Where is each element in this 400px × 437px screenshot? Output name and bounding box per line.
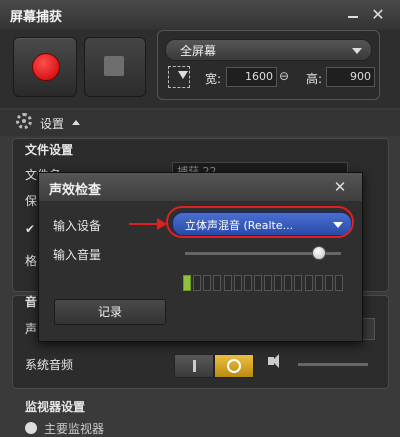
- audio-settings-header: 音: [25, 295, 38, 309]
- stop-button[interactable]: [84, 37, 146, 97]
- monitor-label: 主要监视器: [44, 422, 105, 436]
- region-mode-value: 全屏幕: [180, 44, 217, 58]
- save-location-label: 保: [25, 194, 38, 208]
- app-title: 屏幕捕获: [10, 10, 63, 25]
- meter-segment: [294, 275, 302, 291]
- input-device-label: 输入设备: [53, 219, 102, 233]
- input-volume-slider-thumb[interactable]: [311, 246, 326, 260]
- record-test-button[interactable]: 记录: [54, 299, 166, 325]
- select-region-icon[interactable]: [168, 66, 190, 88]
- meter-segment: [183, 275, 191, 291]
- meter-segment: [315, 275, 323, 291]
- dialog-title: 声效检查: [49, 183, 102, 198]
- record-icon: [32, 53, 60, 81]
- chevron-down-icon: [352, 48, 362, 54]
- width-input[interactable]: 1600: [226, 67, 277, 87]
- system-audio-volume-slider[interactable]: [298, 363, 368, 366]
- meter-segment: [284, 275, 292, 291]
- meter-segment: [224, 275, 232, 291]
- format-label: 格: [25, 254, 38, 268]
- meter-segment: [325, 275, 333, 291]
- microphone-label: 声: [25, 322, 38, 336]
- stop-icon: [104, 56, 124, 76]
- monitor-radio[interactable]: [25, 422, 37, 434]
- settings-label[interactable]: 设置: [40, 115, 64, 132]
- meter-segment: [264, 275, 272, 291]
- gear-icon: [16, 113, 32, 129]
- monitor-settings-header: 监视器设置: [25, 400, 86, 414]
- link-aspect-icon[interactable]: ⊖: [279, 69, 289, 83]
- audio-check-dialog: 声效检查 ✕ 输入设备 立体声混音 (Realte... 输入音量 记录: [38, 172, 363, 342]
- system-audio-on-toggle[interactable]: [214, 354, 254, 378]
- annotation-highlight-oval: [166, 206, 354, 238]
- file-settings-header: 文件设置: [25, 143, 74, 157]
- chevron-up-icon[interactable]: [72, 120, 80, 125]
- meter-segment: [305, 275, 313, 291]
- meter-segment: [213, 275, 221, 291]
- meter-segment: [193, 275, 201, 291]
- width-label: 宽:: [205, 72, 222, 86]
- annotation-arrow: [129, 223, 159, 225]
- input-volume-label: 输入音量: [53, 248, 102, 262]
- close-button[interactable]: ✕: [368, 5, 388, 25]
- meter-segment: [203, 275, 211, 291]
- input-level-meter: [183, 275, 345, 291]
- speaker-icon: [268, 354, 279, 368]
- height-label: 高:: [306, 72, 323, 86]
- dialog-close-icon[interactable]: ✕: [331, 178, 349, 196]
- meter-segment: [244, 275, 252, 291]
- checkbox[interactable]: ✔: [25, 222, 35, 236]
- minimize-button[interactable]: [344, 7, 364, 23]
- meter-segment: [254, 275, 262, 291]
- height-input[interactable]: 900: [326, 67, 375, 87]
- region-mode-select[interactable]: 全屏幕: [165, 39, 372, 61]
- system-audio-label: 系统音频: [25, 358, 74, 372]
- meter-segment: [274, 275, 282, 291]
- meter-segment: [234, 275, 242, 291]
- record-button[interactable]: [13, 37, 77, 97]
- meter-segment: [335, 275, 343, 291]
- system-audio-off-toggle[interactable]: [174, 354, 214, 378]
